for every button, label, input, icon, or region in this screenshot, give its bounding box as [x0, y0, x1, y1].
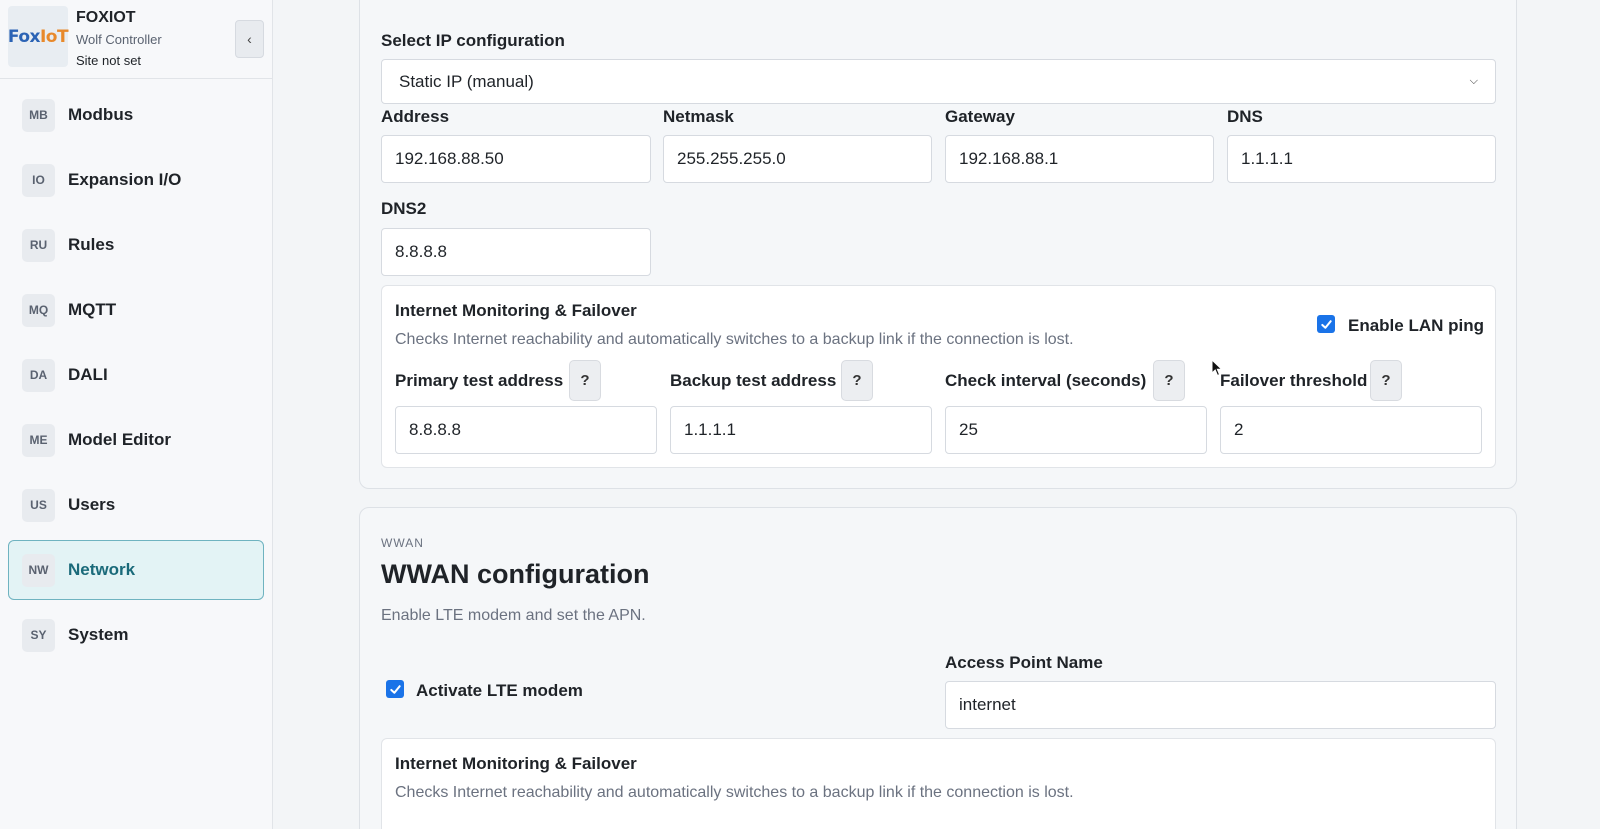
activate-lte-label: Activate LTE modem [416, 681, 583, 700]
address-label: Address [381, 107, 450, 126]
chevron-down-icon: ⌵ [1469, 75, 1478, 87]
sidebar-item-network[interactable]: NW Network [8, 540, 264, 600]
wwan-monitoring-title: Internet Monitoring & Failover [395, 754, 637, 773]
chevron-left-icon: ‹ [247, 31, 252, 47]
backup-test-address-label: Backup test address [670, 371, 837, 390]
primary-test-address-input[interactable]: 8.8.8.8 [395, 406, 657, 454]
apn-input[interactable]: internet [945, 681, 1496, 729]
dns-input[interactable]: 1.1.1.1 [1227, 135, 1496, 183]
brand-subtitle: Wolf Controller [76, 32, 162, 47]
sidebar-item-label: Rules [68, 235, 115, 254]
help-icon: ? [852, 372, 862, 389]
sidebar-item-label: Modbus [68, 105, 134, 124]
sidebar-item-label: System [68, 625, 129, 644]
help-icon: ? [1381, 372, 1391, 389]
failover-threshold-input[interactable]: 2 [1220, 406, 1482, 454]
sidebar-item-label: MQTT [68, 300, 117, 319]
site-label: Site not set [76, 53, 142, 68]
nav-badge: DA [22, 358, 55, 392]
lan-monitoring-title: Internet Monitoring & Failover [395, 301, 637, 320]
dns2-input[interactable]: 8.8.8.8 [381, 228, 651, 276]
nav-badge: US [22, 488, 55, 522]
nav-badge: NW [22, 553, 55, 587]
backup-test-help-button[interactable]: ? [841, 360, 873, 401]
sidebar-item-dali[interactable]: DA DALI [8, 345, 264, 405]
activate-lte-checkbox[interactable] [386, 680, 404, 698]
gateway-label: Gateway [945, 107, 1015, 126]
sidebar-item-system[interactable]: SY System [8, 605, 264, 665]
dns-label: DNS [1227, 107, 1263, 126]
wwan-description: Enable LTE modem and set the APN. [381, 607, 646, 624]
check-interval-input[interactable]: 25 [945, 406, 1207, 454]
gateway-input[interactable]: 192.168.88.1 [945, 135, 1214, 183]
ip-config-select[interactable]: Static IP (manual) ⌵ [381, 59, 1496, 104]
nav-badge: SY [22, 618, 55, 652]
sidebar-item-label: Users [68, 495, 116, 514]
sidebar-item-label: Network [68, 560, 136, 579]
sidebar-item-label: Expansion I/O [68, 170, 182, 189]
sidebar-item-mqtt[interactable]: MQ MQTT [8, 280, 264, 340]
apn-label: Access Point Name [945, 653, 1103, 672]
wwan-monitoring-description: Checks Internet reachability and automat… [395, 784, 1074, 801]
ip-config-value: Static IP (manual) [399, 71, 534, 91]
brand-header: Fox IoT FOXIOT Wolf Controller Site not s… [0, 0, 272, 79]
failover-threshold-label: Failover threshold [1220, 371, 1368, 390]
check-interval-help-button[interactable]: ? [1153, 360, 1185, 401]
wwan-title: WWAN configuration [381, 559, 650, 589]
enable-lan-ping-label: Enable LAN ping [1348, 316, 1484, 335]
nav-badge: MQ [22, 293, 55, 327]
lan-monitoring-description: Checks Internet reachability and automat… [395, 331, 1074, 348]
brand-name: FOXIOT [76, 9, 136, 26]
enable-lan-ping-checkbox[interactable] [1317, 315, 1335, 333]
netmask-label: Netmask [663, 107, 734, 126]
help-icon: ? [580, 372, 590, 389]
dns2-label: DNS2 [381, 199, 427, 218]
foxiot-logo: Fox IoT [7, 6, 69, 67]
help-icon: ? [1164, 372, 1174, 389]
collapse-sidebar-button[interactable]: ‹ [235, 20, 264, 58]
nav-badge: RU [22, 228, 55, 262]
address-input[interactable]: 192.168.88.50 [381, 135, 651, 183]
sidebar: Fox IoT FOXIOT Wolf Controller Site not s… [0, 0, 273, 829]
backup-test-address-input[interactable]: 1.1.1.1 [670, 406, 932, 454]
sidebar-item-label: Model Editor [68, 430, 171, 449]
sidebar-item-expansion-io[interactable]: IO Expansion I/O [8, 150, 264, 210]
checkmark-icon [1320, 319, 1332, 329]
failover-threshold-help-button[interactable]: ? [1370, 360, 1402, 401]
nav-badge: ME [22, 423, 55, 457]
primary-test-address-label: Primary test address [395, 371, 564, 390]
sidebar-item-modbus[interactable]: MB Modbus [8, 85, 264, 145]
logo-text-fox: Fox [7, 26, 41, 47]
nav-badge: MB [22, 98, 55, 132]
sidebar-item-rules[interactable]: RU Rules [8, 215, 264, 275]
checkmark-icon [389, 684, 401, 694]
sidebar-item-users[interactable]: US Users [8, 475, 264, 535]
primary-test-help-button[interactable]: ? [569, 360, 601, 401]
wwan-overline: WWAN [381, 536, 424, 550]
sidebar-item-model-editor[interactable]: ME Model Editor [8, 410, 264, 470]
ip-config-label: Select IP configuration [381, 31, 565, 50]
netmask-input[interactable]: 255.255.255.0 [663, 135, 932, 183]
check-interval-label: Check interval (seconds) [945, 371, 1147, 390]
sidebar-item-label: DALI [68, 365, 108, 384]
logo-text-iot: IoT [39, 26, 69, 47]
nav-badge: IO [22, 163, 55, 197]
mouse-pointer-icon [1211, 359, 1223, 377]
